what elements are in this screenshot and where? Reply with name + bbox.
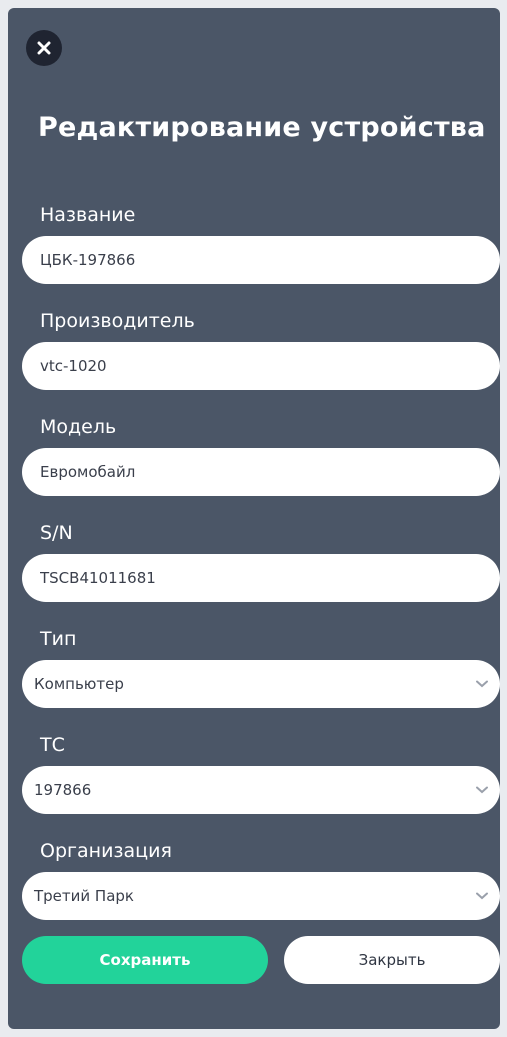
edit-device-dialog: Редактирование устройства Название Произ… xyxy=(8,8,500,1029)
vehicle-label: ТС xyxy=(40,734,65,756)
name-input[interactable] xyxy=(40,251,482,269)
manufacturer-input[interactable] xyxy=(40,357,482,375)
model-field-wrapper xyxy=(22,448,500,496)
save-button[interactable]: Сохранить xyxy=(22,936,268,984)
serial-input[interactable] xyxy=(40,569,482,587)
model-input[interactable] xyxy=(40,463,482,481)
dialog-title: Редактирование устройства xyxy=(38,112,486,143)
vehicle-select[interactable]: 197866 xyxy=(22,766,500,814)
type-label: Тип xyxy=(40,628,77,650)
name-field-wrapper xyxy=(22,236,500,284)
close-button[interactable]: Закрыть xyxy=(284,936,500,984)
serial-field-wrapper xyxy=(22,554,500,602)
vehicle-select-value: 197866 xyxy=(34,781,92,799)
name-label: Название xyxy=(40,204,136,226)
close-dialog-button[interactable] xyxy=(26,30,62,66)
chevron-down-icon xyxy=(476,786,488,794)
manufacturer-field-wrapper xyxy=(22,342,500,390)
type-select-value: Компьютер xyxy=(34,675,124,693)
organization-label: Организация xyxy=(40,840,172,862)
organization-select[interactable]: Третий Парк xyxy=(22,872,500,920)
manufacturer-label: Производитель xyxy=(40,310,195,332)
organization-select-value: Третий Парк xyxy=(34,887,134,905)
chevron-down-icon xyxy=(476,680,488,688)
type-select[interactable]: Компьютер xyxy=(22,660,500,708)
model-label: Модель xyxy=(40,416,117,438)
close-icon xyxy=(37,41,51,55)
serial-label: S/N xyxy=(40,522,73,544)
chevron-down-icon xyxy=(476,892,488,900)
